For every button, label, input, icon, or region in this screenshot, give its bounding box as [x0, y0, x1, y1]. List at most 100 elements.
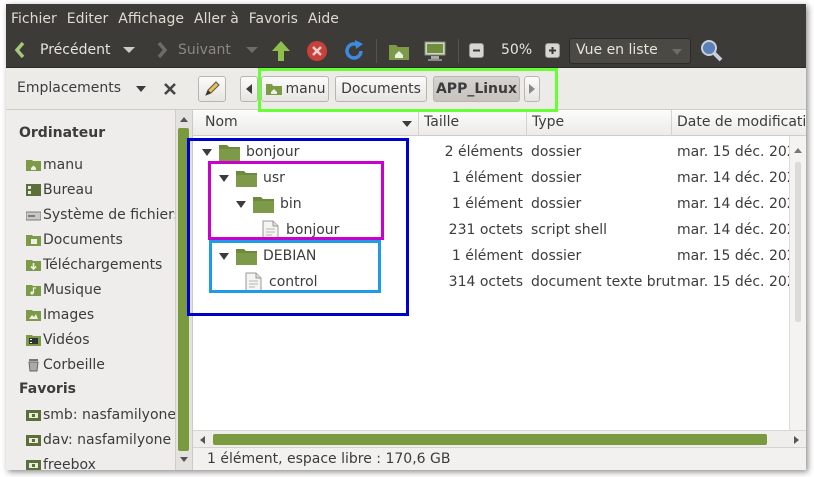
breadcrumb-app-linux[interactable]: APP_Linux — [433, 76, 520, 102]
breadcrumb-documents[interactable]: Documents — [335, 76, 427, 102]
file-type: dossier — [531, 144, 582, 160]
sidebar-item-manu[interactable]: manu — [26, 154, 83, 176]
toolbar-separator — [458, 39, 459, 63]
computer-icon[interactable] — [423, 40, 447, 62]
forward-button-label: Suivant — [178, 42, 231, 58]
sidebar-item-label: Images — [43, 307, 95, 323]
breadcrumb-manu[interactable]: manu — [261, 76, 329, 102]
expander-triangle-icon[interactable] — [236, 201, 246, 208]
sidebar-item-musique[interactable]: Musique — [26, 279, 102, 301]
file-name: DEBIAN — [263, 248, 317, 264]
file-modified: mar. 14 déc. 2021 09 — [677, 222, 806, 238]
file-row[interactable]: usr 1 élément dossier mar. 14 déc. 2021 09 — [193, 166, 806, 192]
file-size: 1 élément — [451, 196, 523, 212]
menu-editer[interactable]: Editer — [67, 11, 108, 27]
zoom-out-button[interactable] — [469, 43, 484, 58]
network-share-icon — [26, 435, 41, 446]
sidebar-scrollbar[interactable] — [175, 110, 192, 470]
back-button-label: Précédent — [40, 42, 111, 58]
folder-icon — [253, 197, 274, 213]
reload-icon[interactable] — [342, 39, 366, 63]
sidebar-item-videos[interactable]: Vidéos — [26, 329, 90, 351]
home-folder-icon — [265, 84, 282, 95]
column-modified[interactable]: Date de modificatio — [677, 114, 806, 130]
expander-triangle-icon[interactable] — [219, 175, 229, 182]
file-row[interactable]: control 314 octets document texte brut mar.… — [193, 270, 806, 296]
file-name: bonjour — [286, 222, 340, 238]
sidebar-item-smb-nasfamilyone[interactable]: smb: nasfamilyone — [26, 404, 176, 426]
menu-favoris[interactable]: Favoris — [249, 11, 298, 27]
vertical-scrollbar[interactable] — [789, 136, 806, 430]
edit-path-button[interactable] — [198, 76, 226, 102]
chevron-up-icon — [794, 148, 802, 153]
back-button[interactable]: Précédent — [12, 40, 136, 60]
file-manager-window: Fichier Editer Affichage Aller à Favoris… — [6, 4, 806, 470]
menu-aide[interactable]: Aide — [308, 11, 339, 27]
sidebar-section-title: Ordinateur — [19, 125, 106, 141]
menu-aller-a[interactable]: Aller à — [194, 11, 239, 27]
sidebar-item-label: Téléchargements — [43, 257, 163, 273]
menu-fichier[interactable]: Fichier — [11, 11, 57, 27]
sidebar-item-freebox[interactable]: freebox — [26, 454, 96, 470]
file-name: usr — [263, 170, 285, 186]
sidebar-item-dav-nasfamilyone[interactable]: dav: nasfamilyone — [26, 429, 171, 451]
folder-icon — [219, 145, 240, 161]
sidebar-item-label: freebox — [43, 457, 96, 470]
column-separator[interactable] — [526, 110, 527, 136]
file-row[interactable]: DEBIAN 1 élément dossier mar. 15 déc. 2021 … — [193, 244, 806, 270]
sidebar-item-corbeille[interactable]: Corbeille — [26, 354, 105, 376]
file-row[interactable]: bin 1 élément dossier mar. 14 déc. 2021 09 — [193, 192, 806, 218]
close-icon[interactable] — [163, 82, 177, 96]
column-size[interactable]: Taille — [424, 114, 459, 130]
column-separator[interactable] — [671, 110, 672, 136]
home-folder-icon[interactable] — [387, 40, 411, 62]
status-bar: 1 élément, espace libre : 170,6 GB — [193, 447, 806, 470]
up-arrow-icon[interactable] — [270, 39, 292, 63]
sidebar-item-label: Bureau — [43, 182, 93, 198]
file-name: control — [269, 274, 318, 290]
breadcrumb-scroll-left[interactable] — [240, 76, 258, 102]
expander-triangle-icon[interactable] — [202, 149, 212, 156]
minus-icon — [473, 49, 480, 52]
sidebar-item-documents[interactable]: Documents — [26, 229, 123, 251]
status-text: 1 élément, espace libre : 170,6 GB — [207, 451, 451, 467]
vertical-scroll-thumb[interactable] — [795, 162, 801, 322]
sidebar-item-telechargements[interactable]: Téléchargements — [26, 254, 162, 276]
plus-icon — [549, 47, 556, 54]
expander-triangle-icon[interactable] — [219, 253, 229, 260]
chevron-down-icon[interactable] — [135, 85, 147, 93]
column-type[interactable]: Type — [532, 114, 564, 130]
file-size: 314 octets — [448, 274, 523, 290]
file-size: 1 élément — [451, 248, 523, 264]
documents-folder-icon — [26, 235, 41, 246]
sidebar-item-label: manu — [43, 157, 83, 173]
sidebar-scroll-thumb[interactable] — [178, 128, 189, 451]
sidebar-item-label: Documents — [43, 232, 123, 248]
horizontal-scroll-thumb[interactable] — [213, 434, 767, 445]
sidebar-item-label: dav: nasfamilyone — [43, 432, 172, 448]
column-name[interactable]: Nom — [205, 114, 238, 130]
chevron-left-icon — [14, 41, 25, 59]
file-row[interactable]: bonjour 2 éléments dossier mar. 15 déc. 202… — [193, 140, 806, 166]
sidebar-item-images[interactable]: Images — [26, 304, 94, 326]
zoom-in-button[interactable] — [545, 43, 560, 58]
toolbar-separator — [376, 39, 377, 63]
stop-icon[interactable] — [306, 40, 328, 62]
sidebar-item-label: Corbeille — [43, 357, 105, 373]
horizontal-scrollbar[interactable] — [193, 430, 806, 447]
view-mode-select[interactable]: Vue en liste — [569, 38, 691, 64]
sidebar-item-bureau[interactable]: Bureau — [26, 179, 93, 201]
forward-button[interactable]: Suivant — [156, 40, 259, 60]
folder-icon — [236, 249, 257, 265]
chevron-right-icon — [157, 41, 168, 59]
file-type: dossier — [531, 170, 582, 186]
file-row[interactable]: bonjour 231 octets script shell mar. 14 déc… — [193, 218, 806, 244]
breadcrumb-scroll-right[interactable] — [524, 76, 540, 102]
sort-descending-icon[interactable] — [401, 120, 413, 128]
column-separator[interactable] — [418, 110, 419, 136]
sidebar-item-systeme-de-fichiers[interactable]: Système de fichiers — [26, 204, 181, 226]
text-file-icon — [245, 272, 262, 293]
search-icon[interactable] — [699, 38, 723, 64]
menu-affichage[interactable]: Affichage — [118, 11, 184, 27]
chevron-down-icon — [180, 457, 188, 462]
